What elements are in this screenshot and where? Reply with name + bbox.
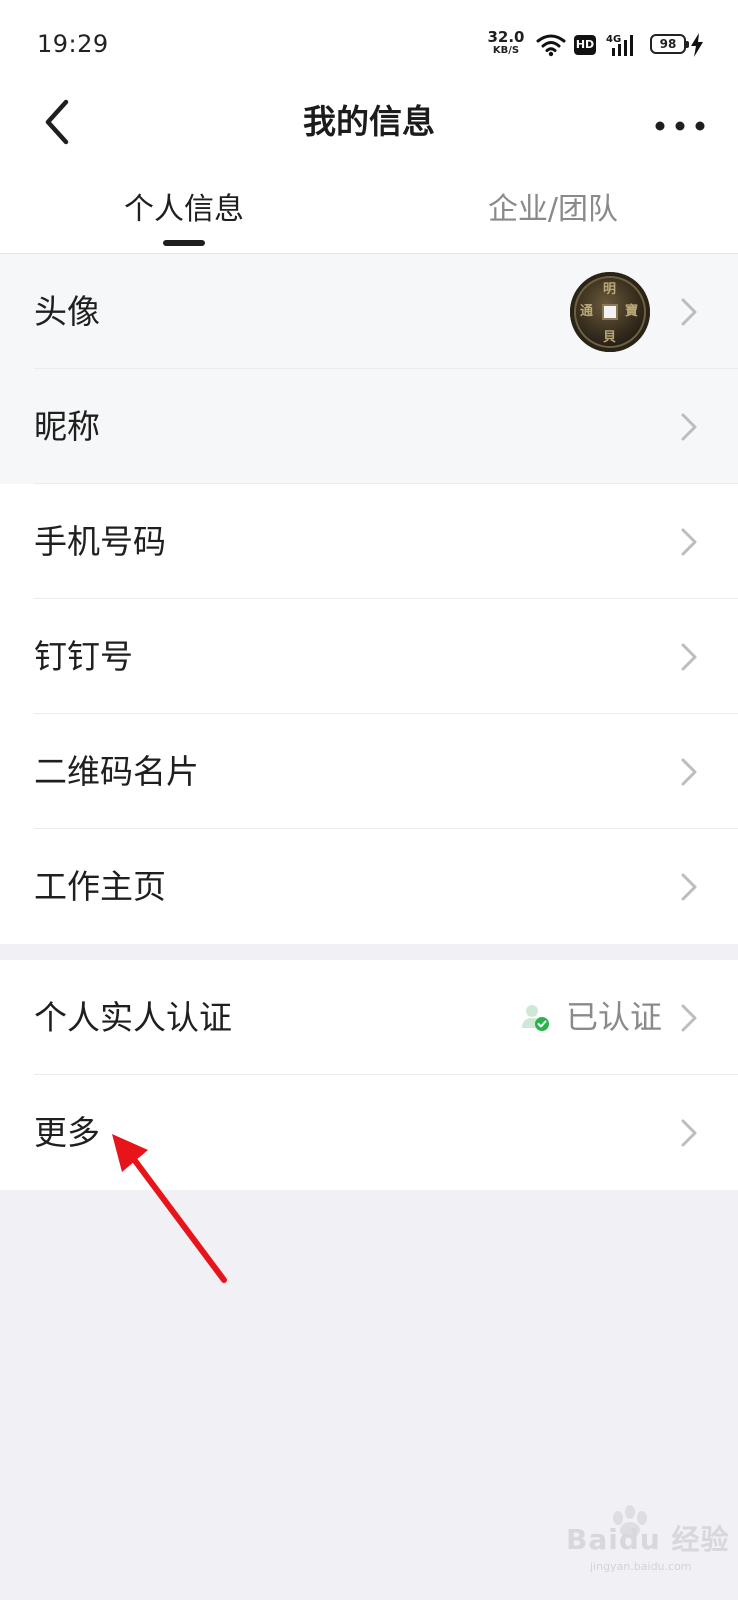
chevron-right-icon [681, 758, 697, 786]
row-label-more: 更多 [34, 1113, 100, 1152]
coin-square-hole [602, 304, 618, 320]
row-label-identity-verification: 个人实人认证 [34, 998, 232, 1037]
row-label-work-homepage: 工作主页 [34, 867, 166, 906]
page-title: 我的信息 [303, 102, 435, 141]
row-avatar[interactable]: 头像 明 寶 貝 通 [0, 254, 738, 369]
tab-personal-info[interactable]: 个人信息 [64, 188, 304, 232]
network-speed-unit: KB/S [492, 45, 520, 56]
row-label-nickname: 昵称 [34, 407, 100, 446]
status-bar: 19:29 32.0 KB/S HD 4G 98 [0, 0, 738, 88]
charging-icon [691, 33, 703, 57]
row-dingtalk-id[interactable]: 钉钉号 [0, 599, 738, 714]
row-label-dingtalk-id: 钉钉号 [34, 637, 133, 676]
screen: 19:29 32.0 KB/S HD 4G 98 我的信息 个人信息 企业/团队… [0, 0, 738, 1600]
more-options-icon[interactable] [652, 106, 708, 146]
verified-user-icon [522, 1005, 549, 1031]
row-label-qr-card: 二维码名片 [34, 752, 199, 791]
row-qr-card[interactable]: 二维码名片 [0, 714, 738, 829]
personal-info-list: 头像 明 寶 貝 通 昵称 手机号码 钉钉号 二维码名片 工作主页 [0, 254, 738, 944]
signal-4g-label: 4G [606, 34, 621, 45]
chevron-right-icon [681, 298, 697, 326]
tab-company-team[interactable]: 企业/团队 [433, 188, 673, 232]
verification-status: 已认证 [566, 998, 663, 1036]
row-nickname[interactable]: 昵称 [0, 369, 738, 484]
chevron-right-icon [681, 528, 697, 556]
signal-4g-icon: 4G [606, 34, 633, 56]
chevron-right-icon [681, 643, 697, 671]
row-label-avatar: 头像 [34, 292, 100, 331]
row-label-phone-number: 手机号码 [34, 522, 166, 561]
avatar-glyph-left: 通 [580, 304, 594, 319]
avatar-glyph-right: 寶 [625, 304, 639, 319]
hd-badge: HD [574, 35, 596, 55]
row-identity-verification[interactable]: 个人实人认证 已认证 [0, 960, 738, 1075]
active-tab-indicator [163, 240, 205, 246]
row-work-homepage[interactable]: 工作主页 [0, 829, 738, 944]
navigation-header: 我的信息 [0, 88, 738, 160]
avatar: 明 寶 貝 通 [570, 272, 650, 352]
status-time: 19:29 [37, 30, 109, 58]
network-speed: 32.0 KB/S [486, 30, 526, 56]
tab-bar: 个人信息 企业/团队 [0, 160, 738, 254]
annotation-arrow-icon [112, 1134, 227, 1283]
chevron-right-icon [681, 1119, 697, 1147]
watermark-brand: Baidu 经验 [566, 1523, 730, 1556]
wifi-icon [536, 34, 566, 57]
battery-indicator: 98 [650, 34, 689, 54]
chevron-right-icon [681, 873, 697, 901]
avatar-glyph-top: 明 [603, 282, 617, 297]
watermark-url: jingyan.baidu.com [590, 1560, 692, 1573]
avatar-glyph-bottom: 貝 [603, 330, 617, 345]
chevron-right-icon [681, 413, 697, 441]
row-phone-number[interactable]: 手机号码 [0, 484, 738, 599]
network-speed-value: 32.0 [487, 28, 525, 46]
chevron-right-icon [681, 1004, 697, 1032]
